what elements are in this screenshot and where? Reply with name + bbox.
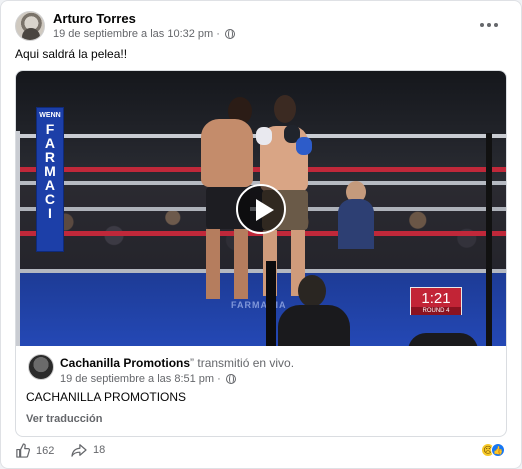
- globe-icon: [224, 29, 235, 39]
- post-timestamp[interactable]: 19 de septiembre a las 10:32 pm: [53, 28, 213, 40]
- post-text: Aqui saldrá la pelea!!: [15, 47, 128, 61]
- source-page-info: Cachanilla Promotions” transmitió en viv…: [16, 346, 506, 436]
- page-timestamp[interactable]: 19 de septiembre a las 8:51 pm: [60, 373, 214, 385]
- like-icon: 👍: [491, 443, 505, 457]
- page-avatar[interactable]: [28, 354, 54, 380]
- more-horizontal-icon: [480, 23, 484, 27]
- canvas-logo-text: FARMACIA: [231, 300, 287, 310]
- referee: [278, 305, 350, 346]
- ring-post: [16, 131, 20, 346]
- boxer-left: [206, 229, 220, 299]
- page-post-text: CACHANILLA PROMOTIONS: [26, 390, 187, 404]
- shared-video-card[interactable]: FARMACIA WENN FARMACI 1:21 ROUND 4 Cacha…: [15, 70, 507, 437]
- like-count: 162: [36, 444, 55, 457]
- ring-post: [486, 133, 492, 346]
- ring-rope: [16, 269, 506, 273]
- thumbs-up-icon: [16, 443, 30, 458]
- globe-icon: [225, 374, 236, 384]
- round-clock: 1:21 ROUND 4: [410, 287, 462, 315]
- facebook-post: Arturo Torres 19 de septiembre a las 10:…: [0, 0, 522, 469]
- author-name[interactable]: Arturo Torres: [53, 11, 136, 26]
- boxer-left: [201, 119, 253, 187]
- more-options-button[interactable]: [477, 15, 501, 35]
- sponsor-banner: WENN FARMACI: [36, 107, 64, 252]
- video-player[interactable]: FARMACIA WENN FARMACI 1:21 ROUND 4: [16, 71, 506, 346]
- author-avatar[interactable]: [15, 11, 45, 41]
- page-meta: 19 de septiembre a las 8:51 pm ·: [60, 373, 236, 385]
- post-header: Arturo Torres 19 de septiembre a las 10:…: [15, 11, 507, 45]
- share-count: 18: [93, 444, 106, 456]
- post-meta: 19 de septiembre a las 10:32 pm ·: [53, 28, 235, 40]
- clock-round: ROUND 4: [411, 307, 461, 315]
- ring-post: [266, 261, 276, 346]
- share-button[interactable]: 18: [71, 443, 105, 457]
- play-icon[interactable]: [236, 184, 286, 234]
- share-icon: [71, 444, 87, 457]
- clock-time: 1:21: [421, 290, 451, 307]
- spectator: [338, 199, 374, 249]
- page-name[interactable]: Cachanilla Promotions: [60, 356, 190, 370]
- see-translation-link[interactable]: Ver traducción: [26, 413, 102, 425]
- boxing-glove: [296, 137, 312, 155]
- like-button[interactable]: 162: [15, 443, 54, 458]
- page-action: ” transmitió en vivo.: [190, 356, 295, 370]
- referee: [298, 275, 326, 307]
- boxing-glove: [256, 127, 272, 145]
- post-footer: 162 18 ☹ 👍: [15, 443, 507, 461]
- page-line: Cachanilla Promotions” transmitió en viv…: [60, 356, 294, 370]
- boxer-left: [234, 229, 248, 299]
- banner-main-text: FARMACI: [44, 121, 56, 221]
- spectator: [408, 333, 478, 346]
- reactions-summary[interactable]: ☹ 👍: [481, 443, 505, 457]
- banner-top-text: WENN: [39, 112, 61, 119]
- boxer-right: [274, 95, 296, 123]
